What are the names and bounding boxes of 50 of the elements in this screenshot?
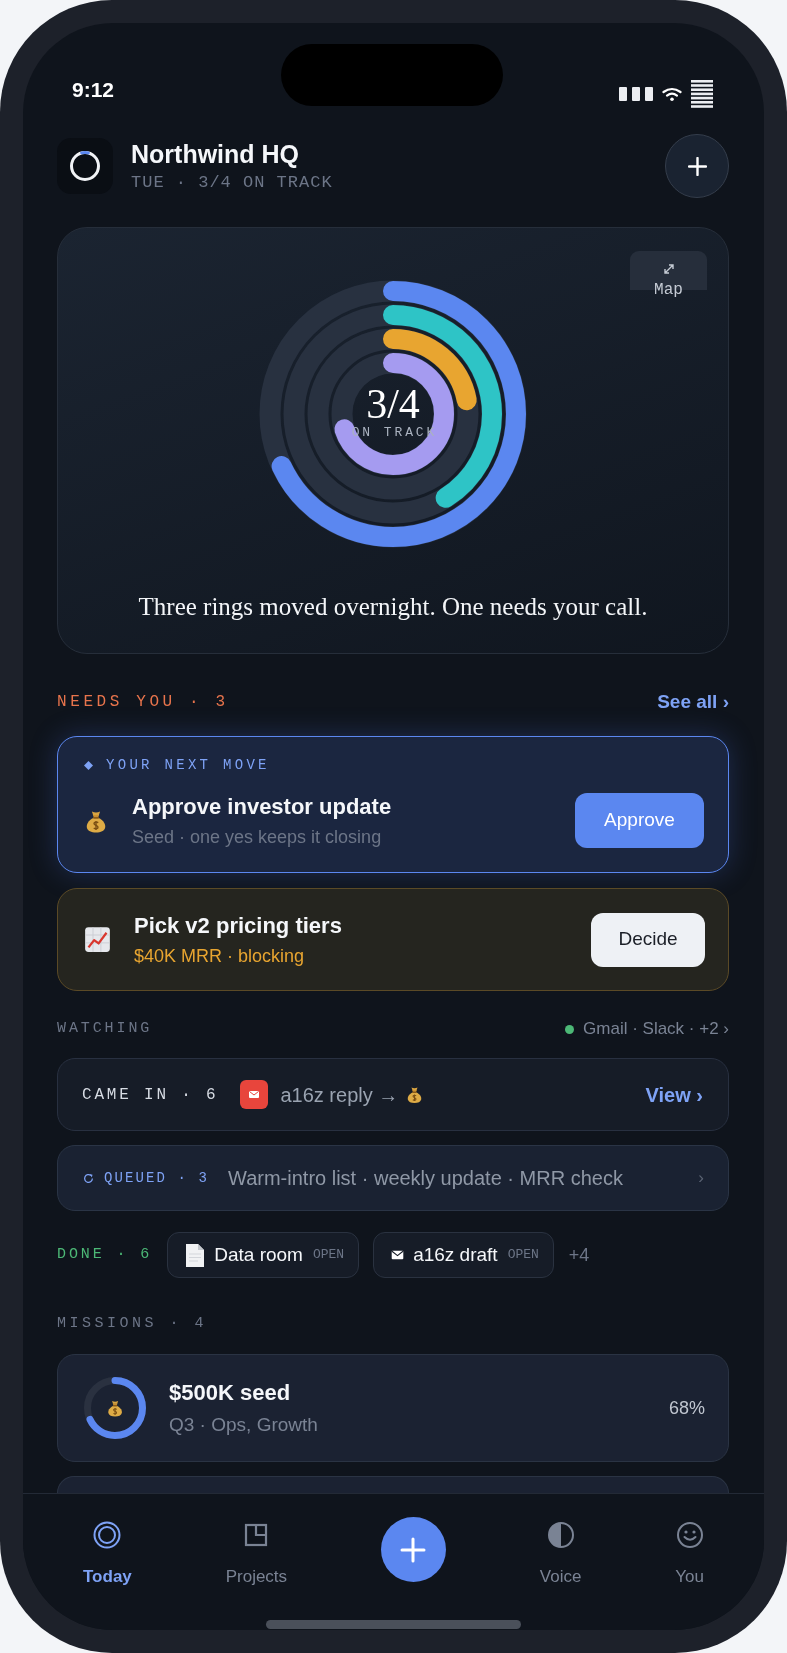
- envelope-icon: [391, 1250, 405, 1260]
- workspace-title: Northwind HQ: [131, 139, 301, 168]
- email-chip[interactable]: a16z draft OPEN: [373, 1232, 554, 1278]
- view-link[interactable]: View ›: [645, 1079, 703, 1110]
- mission-title: $500K seed: [169, 1380, 292, 1406]
- wifi-icon: [662, 87, 682, 101]
- status-time: 9:12: [72, 76, 115, 103]
- tab-item[interactable]: Projects: [225, 1521, 288, 1587]
- task-subtitle: Seed · one yes keeps it closing: [132, 825, 383, 848]
- task-title: Approve investor update: [132, 793, 392, 820]
- mission-percent: 68%: [668, 1396, 705, 1420]
- document-chip[interactable]: Data room OPEN: [167, 1232, 360, 1278]
- half-circle-icon: [546, 1521, 575, 1549]
- ring-center-value: 3/4: [366, 382, 420, 425]
- money-bag-icon: [108, 1401, 122, 1417]
- queue-items-text: Warm-intro list · weekly update · MRR check: [228, 1166, 623, 1190]
- section-heading: WATCHING: [57, 1019, 153, 1039]
- tab-item[interactable]: You: [675, 1521, 704, 1587]
- card-eyebrow: YOUR NEXT MOVE: [106, 757, 270, 774]
- done-label: DONE · 6: [57, 1245, 153, 1265]
- came-in-label: CAME IN · 6: [82, 1084, 219, 1105]
- tab-item[interactable]: Today: [83, 1521, 132, 1587]
- tab-item[interactable]: Voice: [539, 1521, 582, 1587]
- document-icon: [185, 1242, 206, 1268]
- mail-icon: [240, 1080, 269, 1109]
- ring-logo-icon: [57, 138, 113, 194]
- section-heading: MISSIONS · 4: [57, 1314, 208, 1334]
- more-count: +4: [568, 1243, 590, 1267]
- sources-link[interactable]: Gmail · Slack · +2 ›: [583, 1019, 729, 1039]
- task-subtitle: $40K MRR · blocking: [134, 944, 306, 967]
- see-all-link[interactable]: See all ›: [657, 692, 729, 712]
- diamond-icon: [84, 761, 93, 770]
- plus-icon: [400, 1536, 427, 1563]
- action-button[interactable]: Decide: [591, 912, 705, 967]
- chevron: ›: [698, 1167, 704, 1190]
- chart-icon: [84, 926, 111, 953]
- inbox-item-text: a16z reply →: [280, 1082, 399, 1107]
- expand-icon: [663, 264, 674, 274]
- plus-icon: [687, 156, 707, 176]
- rings-icon: [93, 1521, 122, 1549]
- signal-icon: [619, 87, 653, 101]
- refresh-icon: [83, 1172, 94, 1184]
- section-heading: NEEDS YOU · 3: [57, 692, 229, 712]
- battery-icon: [691, 80, 713, 108]
- queue-label: QUEUED · 3: [104, 1169, 209, 1187]
- summary-caption: Three rings moved overnight. One needs your call.: [138, 592, 648, 622]
- smiley-icon: [675, 1521, 704, 1549]
- mission-subtitle: Q3 · Ops, Growth: [169, 1414, 318, 1436]
- task-title: Pick v2 pricing tiers: [134, 912, 342, 939]
- workspace-subtitle: TUE · 3/4 ON TRACK: [131, 172, 333, 193]
